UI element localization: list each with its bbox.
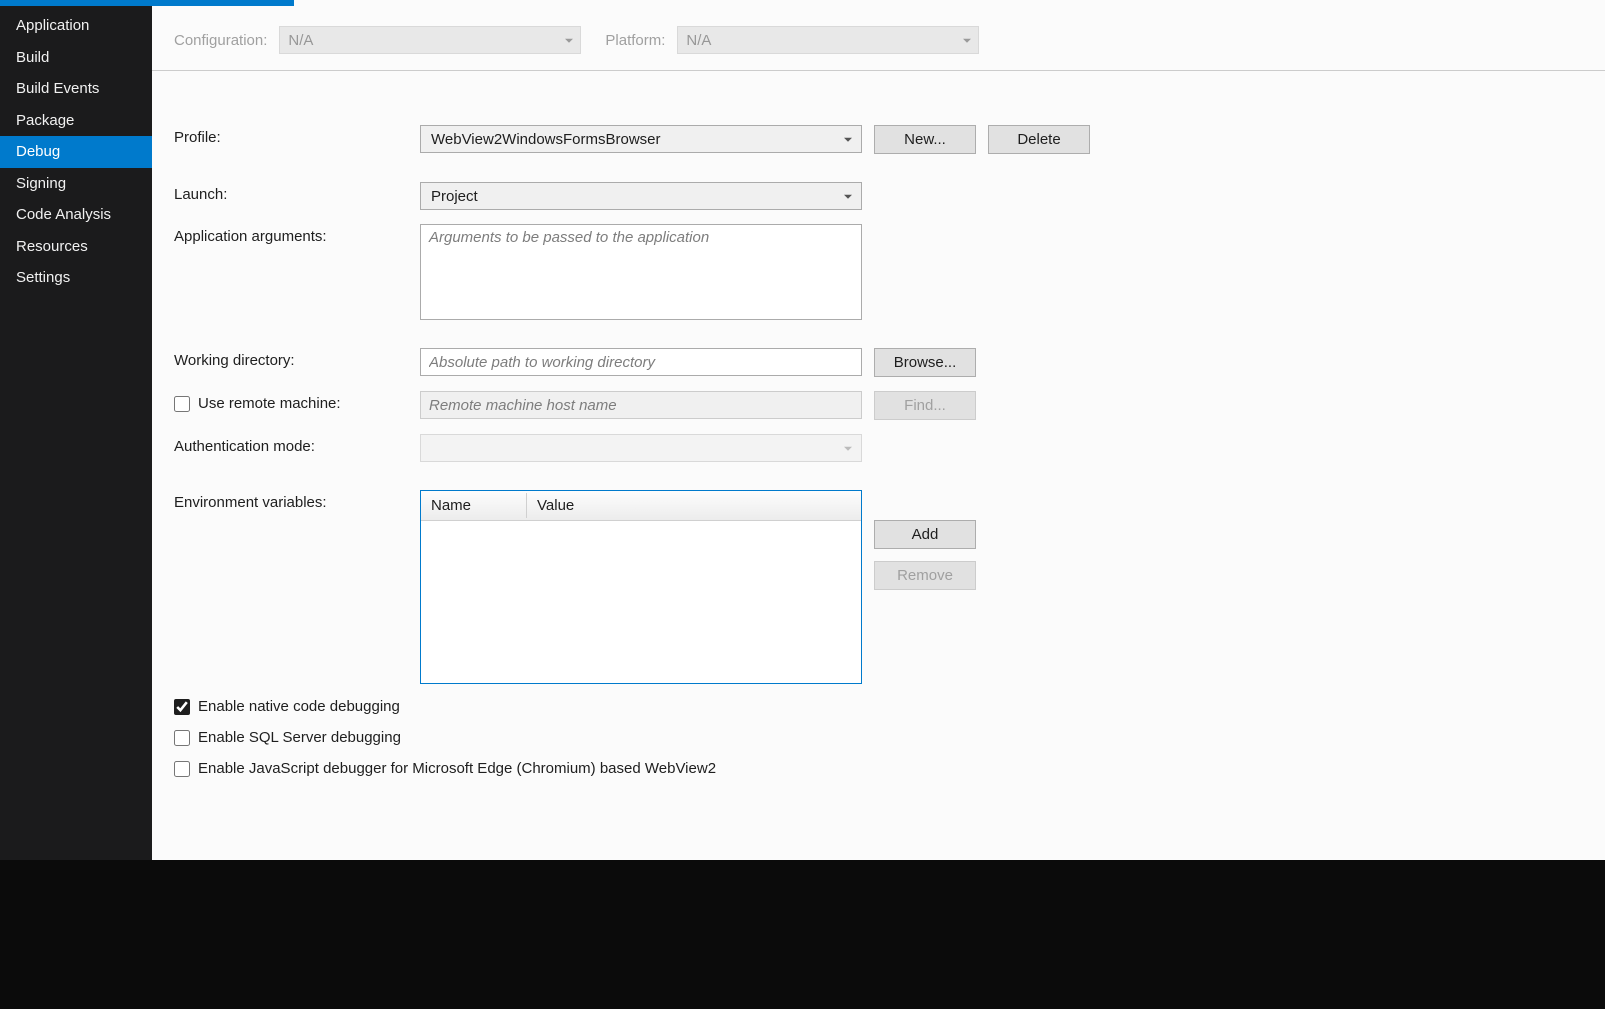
remote-checkbox[interactable] (174, 396, 190, 412)
sidebar-item-resources[interactable]: Resources (0, 231, 152, 263)
sidebar-item-settings[interactable]: Settings (0, 262, 152, 294)
auth-select (420, 434, 862, 462)
top-accent-bar (0, 0, 294, 6)
row-envvars: Environment variables: Name Value Add Re… (174, 490, 1583, 684)
sidebar-item-label: Resources (16, 238, 88, 255)
workdir-input[interactable] (420, 348, 862, 376)
configuration-label: Configuration: (174, 32, 267, 49)
row-launch: Launch: Project (174, 182, 1583, 210)
launch-label: Launch: (174, 182, 420, 203)
native-debug-text: Enable native code debugging (198, 698, 400, 715)
remove-button: Remove (874, 561, 976, 590)
envvars-label: Environment variables: (174, 490, 420, 511)
sql-debug-text: Enable SQL Server debugging (198, 729, 401, 746)
platform-select[interactable]: N/A (677, 26, 979, 54)
sidebar-item-debug[interactable]: Debug (0, 136, 152, 168)
row-appargs: Application arguments: (174, 224, 1583, 320)
configuration-select[interactable]: N/A (279, 26, 581, 54)
sidebar-item-label: Build (16, 49, 49, 66)
sidebar-item-label: Build Events (16, 80, 99, 97)
platform-label: Platform: (605, 32, 665, 49)
new-button[interactable]: New... (874, 125, 976, 154)
appargs-textarea[interactable] (420, 224, 862, 320)
sidebar-item-label: Signing (16, 175, 66, 192)
sidebar-item-label: Application (16, 17, 89, 34)
remote-check-text: Use remote machine: (198, 395, 341, 412)
find-button: Find... (874, 391, 976, 420)
sidebar-item-label: Code Analysis (16, 206, 111, 223)
sidebar-item-application[interactable]: Application (0, 10, 152, 42)
envvar-table[interactable]: Name Value (420, 490, 862, 684)
sidebar-item-label: Debug (16, 143, 60, 160)
launch-select[interactable]: Project (420, 182, 862, 210)
envvar-col-name[interactable]: Name (421, 493, 527, 518)
sidebar-item-build-events[interactable]: Build Events (0, 73, 152, 105)
sidebar-item-package[interactable]: Package (0, 105, 152, 137)
js-debug-text: Enable JavaScript debugger for Microsoft… (198, 760, 716, 777)
native-debug-checkbox[interactable] (174, 699, 190, 715)
envvar-table-body[interactable] (421, 521, 861, 683)
row-auth: Authentication mode: (174, 434, 1583, 462)
add-button[interactable]: Add (874, 520, 976, 549)
auth-label: Authentication mode: (174, 434, 420, 455)
main-panel: Configuration: N/A Platform: N/A Profile… (152, 0, 1605, 860)
remote-checkbox-label[interactable]: Use remote machine: (174, 391, 420, 412)
js-debug-checkbox[interactable] (174, 761, 190, 777)
workdir-label: Working directory: (174, 348, 420, 369)
bottom-checks: Enable native code debugging Enable SQL … (174, 698, 1583, 777)
sidebar-item-label: Package (16, 112, 74, 129)
app-root: Application Build Build Events Package D… (0, 0, 1605, 1009)
profile-label: Profile: (174, 125, 420, 146)
row-workdir: Working directory: Browse... (174, 348, 1583, 377)
sql-debug-checkbox[interactable] (174, 730, 190, 746)
js-debug-row[interactable]: Enable JavaScript debugger for Microsoft… (174, 760, 1583, 777)
delete-button[interactable]: Delete (988, 125, 1090, 154)
envvar-table-head: Name Value (421, 491, 861, 521)
remote-host-input (420, 391, 862, 419)
sidebar: Application Build Build Events Package D… (0, 0, 152, 860)
row-remote: Use remote machine: Find... (174, 391, 1583, 420)
browse-button[interactable]: Browse... (874, 348, 976, 377)
sidebar-item-code-analysis[interactable]: Code Analysis (0, 199, 152, 231)
sql-debug-row[interactable]: Enable SQL Server debugging (174, 729, 1583, 746)
native-debug-row[interactable]: Enable native code debugging (174, 698, 1583, 715)
config-bar: Configuration: N/A Platform: N/A (152, 0, 1605, 71)
sidebar-item-signing[interactable]: Signing (0, 168, 152, 200)
sidebar-item-label: Settings (16, 269, 70, 286)
appargs-label: Application arguments: (174, 224, 420, 245)
profile-select[interactable]: WebView2WindowsFormsBrowser (420, 125, 862, 153)
sidebar-item-build[interactable]: Build (0, 42, 152, 74)
row-profile: Profile: WebView2WindowsFormsBrowser New… (174, 125, 1583, 154)
form-area: Profile: WebView2WindowsFormsBrowser New… (152, 71, 1605, 813)
envvar-col-value[interactable]: Value (527, 493, 861, 518)
